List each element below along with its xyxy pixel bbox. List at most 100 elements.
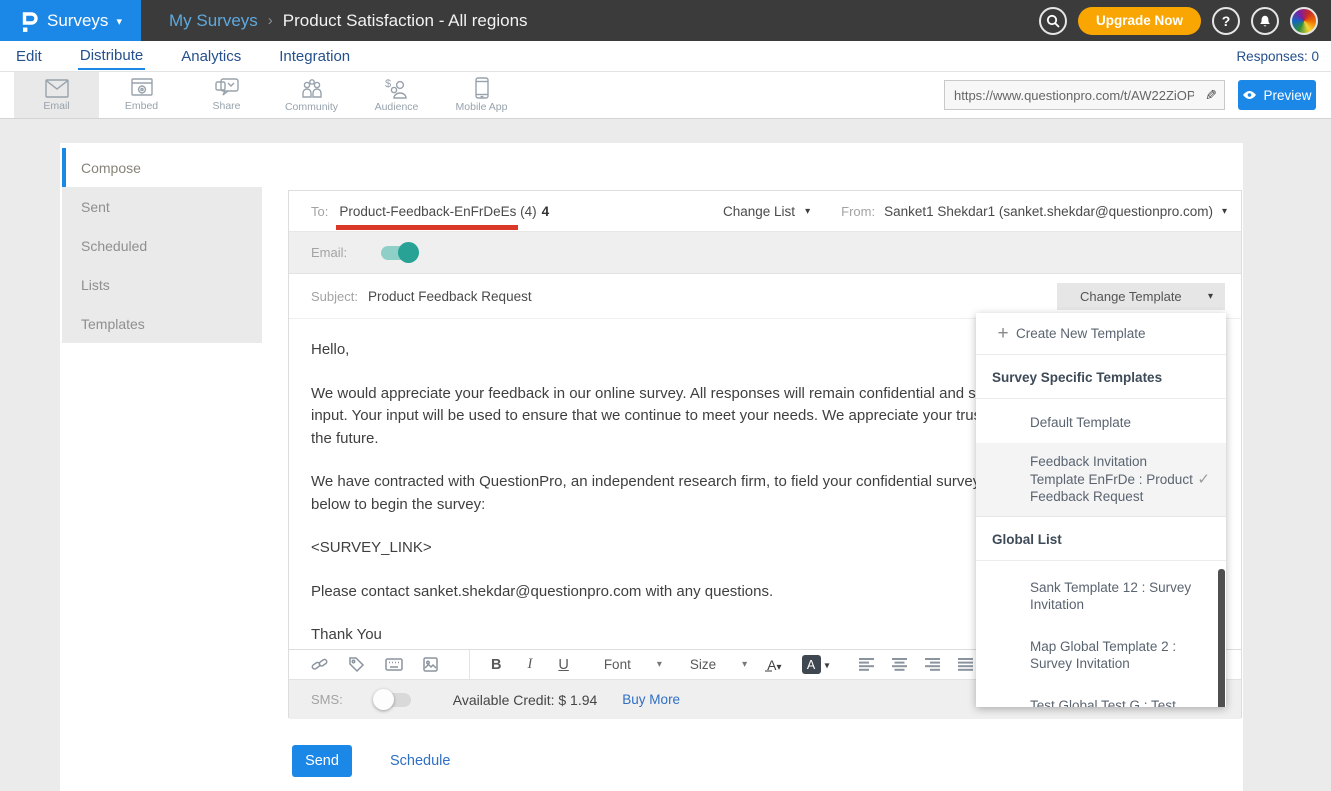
email-toggle[interactable] — [381, 246, 417, 260]
email-sidebar: Compose Sent Scheduled Lists Templates — [62, 148, 262, 343]
subject-label: Subject: — [311, 289, 358, 304]
user-avatar[interactable] — [1290, 7, 1318, 35]
font-size-dropdown[interactable]: Size▾ — [676, 657, 761, 672]
recipient-row: To: Product-Feedback-EnFrDeEs (4) 4 Chan… — [289, 191, 1241, 232]
chevron-down-icon: ▾ — [742, 659, 747, 670]
available-credit: Available Credit: $ 1.94 — [453, 692, 598, 708]
sidebar-item-lists[interactable]: Lists — [62, 265, 262, 304]
chevron-down-icon: ▾ — [777, 662, 782, 673]
audience-icon: $ — [384, 78, 409, 99]
background-color-button[interactable]: A▾ — [796, 655, 836, 674]
share-icon — [215, 78, 239, 98]
chevron-down-icon: ▾ — [805, 206, 810, 217]
sms-label: SMS: — [311, 692, 343, 707]
sidebar-item-templates[interactable]: Templates — [62, 304, 262, 343]
align-left-icon[interactable] — [850, 658, 883, 671]
recipient-count: 4 — [542, 204, 550, 219]
notifications-button[interactable] — [1251, 7, 1279, 35]
channel-mobile-app[interactable]: Mobile App — [439, 72, 524, 118]
sidebar-item-compose[interactable]: Compose — [62, 148, 262, 187]
to-label: To: — [311, 204, 328, 219]
questionpro-logo-icon — [19, 8, 39, 34]
align-center-icon[interactable] — [883, 658, 916, 671]
italic-button[interactable]: I — [514, 656, 545, 673]
survey-url-input[interactable] — [945, 88, 1198, 103]
svg-text:$: $ — [385, 78, 391, 90]
page-title: Product Satisfaction - All regions — [283, 11, 528, 31]
survey-specific-templates-header: Survey Specific Templates — [976, 355, 1226, 399]
chevron-down-icon: ▾ — [116, 15, 122, 28]
recipient-alert-underline — [336, 225, 518, 230]
tab-edit[interactable]: Edit — [14, 43, 44, 69]
subject-value[interactable]: Product Feedback Request — [368, 289, 532, 304]
global-list-header: Global List — [976, 517, 1226, 561]
toggle-knob — [398, 242, 419, 263]
keyboard-icon[interactable] — [375, 658, 412, 671]
mobile-app-icon — [475, 77, 489, 99]
eye-icon — [1242, 90, 1257, 100]
text-color-button[interactable]: A▾ — [761, 657, 787, 673]
send-button[interactable]: Send — [292, 745, 352, 777]
channel-community[interactable]: Community — [269, 72, 354, 118]
header-actions: Upgrade Now ? — [1039, 7, 1331, 35]
search-button[interactable] — [1039, 7, 1067, 35]
buy-more-link[interactable]: Buy More — [622, 692, 680, 707]
toolbar-divider — [469, 650, 470, 679]
upgrade-now-button[interactable]: Upgrade Now — [1078, 7, 1201, 35]
product-switcher[interactable]: Surveys ▾ — [0, 0, 141, 41]
chevron-down-icon: ▾ — [1222, 206, 1227, 217]
bell-icon — [1258, 13, 1272, 28]
survey-link-field: ✎ — [944, 80, 1225, 110]
check-icon: ✓ — [1197, 470, 1210, 490]
from-label: From: — [841, 204, 875, 219]
bold-button[interactable]: B — [478, 657, 514, 673]
insert-tag-icon[interactable] — [338, 656, 375, 673]
tab-distribute[interactable]: Distribute — [78, 42, 145, 70]
template-item-feedback-invitation[interactable]: Feedback Invitation Template EnFrDe : Pr… — [976, 443, 1226, 517]
channel-embed[interactable]: Embed — [99, 72, 184, 118]
scrollbar-thumb[interactable] — [1218, 569, 1225, 707]
sidebar-item-scheduled[interactable]: Scheduled — [62, 226, 262, 265]
search-icon — [1046, 14, 1060, 28]
tab-analytics[interactable]: Analytics — [179, 43, 243, 69]
breadcrumb-separator-icon: › — [268, 12, 273, 29]
align-right-icon[interactable] — [916, 658, 949, 671]
breadcrumb-my-surveys[interactable]: My Surveys — [169, 11, 258, 31]
template-menu-scroll-area: Sank Template 12 : Survey Invitation Map… — [976, 561, 1226, 707]
template-item-map-global[interactable]: Map Global Template 2 : Survey Invitatio… — [976, 629, 1226, 682]
chevron-down-icon: ▾ — [1208, 291, 1213, 302]
font-family-dropdown[interactable]: Font▾ — [590, 657, 676, 672]
template-item-sank[interactable]: Sank Template 12 : Survey Invitation — [976, 570, 1226, 623]
channel-share[interactable]: Share — [184, 72, 269, 118]
responses-count: Responses: 0 — [1236, 49, 1319, 64]
channel-toolbar: Email Embed Share Community $ Audienc — [0, 72, 1331, 119]
breadcrumb: My Surveys › Product Satisfaction - All … — [169, 11, 528, 31]
insert-image-icon[interactable] — [412, 657, 449, 672]
community-icon — [300, 78, 324, 99]
change-template-dropdown[interactable]: Change Template ▾ — [1057, 283, 1225, 310]
question-mark-icon: ? — [1222, 13, 1231, 29]
template-item-default[interactable]: Default Template — [976, 399, 1226, 443]
toggle-knob — [373, 689, 394, 710]
product-name: Surveys — [47, 11, 108, 31]
edit-url-pencil-icon[interactable]: ✎ — [1198, 87, 1224, 104]
channel-audience[interactable]: $ Audience — [354, 72, 439, 118]
from-sender-dropdown[interactable]: From: Sanket1 Shekdar1 (sanket.shekdar@q… — [819, 204, 1227, 219]
plus-icon: + — [976, 323, 1016, 345]
recipient-list-name[interactable]: Product-Feedback-EnFrDeEs (4) — [339, 204, 536, 219]
template-item-test-global[interactable]: Test Global Test G : Test RAA G — [976, 688, 1226, 707]
email-toggle-row: Email: — [289, 232, 1241, 274]
sms-toggle[interactable] — [375, 693, 411, 707]
schedule-link[interactable]: Schedule — [390, 753, 450, 769]
channel-email[interactable]: Email — [14, 72, 99, 118]
insert-link-icon[interactable] — [301, 656, 338, 673]
underline-button[interactable]: U — [545, 657, 581, 673]
sidebar-item-sent[interactable]: Sent — [62, 187, 262, 226]
embed-icon — [131, 78, 153, 98]
change-list-dropdown[interactable]: Change List ▾ — [723, 204, 810, 219]
preview-button[interactable]: Preview — [1238, 80, 1316, 110]
top-header: Surveys ▾ My Surveys › Product Satisfact… — [0, 0, 1331, 41]
help-button[interactable]: ? — [1212, 7, 1240, 35]
tab-integration[interactable]: Integration — [277, 43, 352, 69]
create-new-template-item[interactable]: + Create New Template — [976, 313, 1226, 355]
